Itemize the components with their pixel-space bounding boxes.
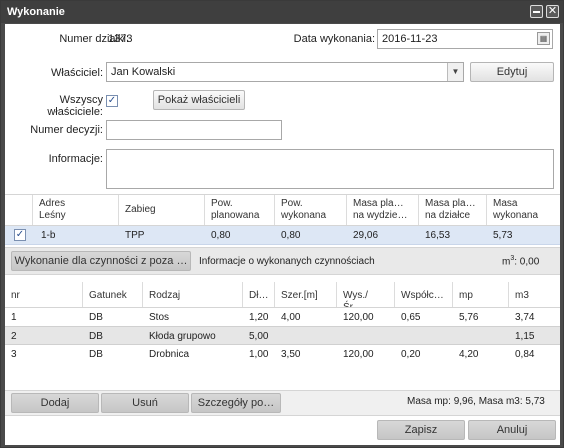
measurements-grid-header: nr Gatunek Rodzaj Dł… Szer.[m] Wys./Śr.…… (5, 282, 560, 308)
close-icon[interactable]: ✕ (546, 5, 559, 18)
decision-number-input[interactable] (106, 120, 282, 140)
owner-value: Jan Kowalski (111, 66, 176, 78)
owner-label: Właściciel: (51, 67, 103, 79)
cell-area-planned: 0,80 (211, 230, 231, 241)
activities-outside-button[interactable]: Wykonanie dla czynności z poza … (11, 251, 191, 271)
grid-header-mass-plot[interactable]: Masa pla… na działce (419, 195, 487, 225)
window-title: Wykonanie (7, 6, 65, 18)
grid-header-treatment[interactable]: Zabieg (119, 195, 205, 225)
dialog-window: Wykonanie ✕ Numer działki: 1373 Data wyk… (0, 0, 564, 448)
cell-width: 4,00 (281, 312, 301, 323)
decision-number-label: Numer decyzji: (30, 124, 103, 136)
grid-header-check (5, 195, 33, 225)
cell-address: 1-b (41, 230, 56, 241)
table-row[interactable]: 1 DB Stos 1,20 4,00 120,00 0,65 5,76 3,7… (5, 308, 560, 327)
date-label: Data wykonania: (293, 33, 375, 45)
row-checkbox[interactable]: ✓ (14, 229, 26, 241)
dialog-body: Numer działki: 1373 Data wykonania: 2016… (5, 24, 560, 445)
grid2-header-height[interactable]: Wys./Śr.… (337, 282, 395, 307)
plot-number-value: 1373 (108, 33, 133, 45)
cell-width: 3,50 (281, 349, 301, 360)
cell-coefficient: 0,20 (401, 349, 421, 360)
cell-coefficient: 0,65 (401, 312, 421, 323)
cell-nr: 1 (11, 312, 17, 323)
edit-button[interactable]: Edytuj (470, 62, 554, 82)
cell-nr: 3 (11, 349, 17, 360)
show-owners-button[interactable]: Pokaż właścicieli (153, 90, 245, 110)
table-row[interactable]: 3 DB Drobnica 1,00 3,50 120,00 0,20 4,20… (5, 345, 560, 364)
cell-height: 120,00 (343, 312, 374, 323)
grid-header-mass-subcompartment[interactable]: Masa pla… na wydzie… (347, 195, 419, 225)
owner-select[interactable]: Jan Kowalski ▼ (106, 62, 464, 82)
grid-header-area-done[interactable]: Pow. wykonana (275, 195, 347, 225)
works-grid-header: Adres Leśny Zabieg Pow. planowana Pow. wyko… (5, 194, 560, 226)
measurements-toolbar: Dodaj Usuń Szczegóły po… Masa mp: 9,96, … (5, 390, 560, 416)
cell-nr: 2 (11, 331, 17, 342)
cell-length: 1,00 (249, 349, 269, 360)
grid2-header-width[interactable]: Szer.[m] (275, 282, 337, 307)
save-button[interactable]: Zapisz (377, 420, 465, 440)
all-owners-label-2: właściciele: (47, 106, 103, 118)
cell-mass-subcompartment: 29,06 (353, 230, 379, 241)
all-owners-label-1: Wszyscy (59, 94, 103, 106)
grid2-header-mp[interactable]: mp (453, 282, 509, 307)
m3-total: m3: 0,00 (502, 255, 540, 268)
table-row[interactable]: ✓ 1-b TPP 0,80 0,80 29,06 16,53 5,73 (5, 226, 560, 245)
grid-header-mass-done[interactable]: Masa wykonana (487, 195, 560, 225)
cell-m3: 1,15 (515, 331, 535, 342)
information-label: Informacje: (48, 153, 103, 165)
minimize-icon[interactable] (530, 5, 543, 18)
all-owners-checkbox[interactable]: ✓ (106, 95, 118, 107)
grid2-header-m3[interactable]: m3 (509, 282, 560, 307)
cell-height (337, 327, 395, 344)
grid2-header-species[interactable]: Gatunek (83, 282, 143, 307)
remove-button[interactable]: Usuń (101, 393, 189, 413)
cell-type: Kłoda grupowo (149, 331, 216, 342)
cell-height: 120,00 (343, 349, 374, 360)
cell-treatment: TPP (125, 230, 145, 241)
cell-m3: 3,74 (515, 312, 535, 323)
cell-mass-plot: 16,53 (425, 230, 451, 241)
calendar-icon[interactable]: ▦ (537, 32, 550, 45)
add-button[interactable]: Dodaj (11, 393, 99, 413)
activities-toolbar: Wykonanie dla czynności z poza … Informa… (5, 247, 560, 275)
cell-mp: 5,76 (459, 312, 479, 323)
cell-m3: 0,84 (515, 349, 535, 360)
cell-mass-done: 5,73 (493, 230, 513, 241)
cell-coefficient (395, 327, 453, 344)
date-value: 2016-11-23 (382, 33, 438, 45)
cell-area-done: 0,80 (281, 230, 301, 241)
grid2-header-type[interactable]: Rodzaj (143, 282, 243, 307)
grid-header-address[interactable]: Adres Leśny (33, 195, 119, 225)
dialog-footer: Zapisz Anuluj (5, 417, 560, 445)
grid2-header-coefficient[interactable]: Współc… (395, 282, 453, 307)
chevron-down-icon[interactable]: ▼ (447, 63, 463, 81)
activities-info-text: Informacje o wykonanych czynnościach (199, 256, 375, 267)
all-owners-label: Wszyscy właściciele: (35, 94, 103, 118)
cell-species: DB (89, 312, 103, 323)
title-bar[interactable]: Wykonanie ✕ (1, 1, 563, 23)
grid2-header-length[interactable]: Dł… (243, 282, 275, 307)
cell-mp (453, 327, 509, 344)
date-field[interactable]: 2016-11-23 ▦ (377, 29, 553, 49)
information-textarea[interactable] (106, 149, 554, 189)
details-button[interactable]: Szczegóły po… (191, 393, 281, 413)
grid-header-area-planned[interactable]: Pow. planowana (205, 195, 275, 225)
cell-width (275, 327, 337, 344)
cell-mp: 4,20 (459, 349, 479, 360)
cell-species: DB (89, 331, 103, 342)
grid2-header-nr[interactable]: nr (5, 282, 83, 307)
cell-length: 1,20 (249, 312, 269, 323)
table-row[interactable]: 2 DB Kłoda grupowo 5,00 1,15 (5, 326, 560, 345)
mass-summary: Masa mp: 9,96, Masa m3: 5,73 (407, 396, 545, 407)
cell-length: 5,00 (249, 331, 269, 342)
cancel-button[interactable]: Anuluj (468, 420, 556, 440)
cell-species: DB (89, 349, 103, 360)
cell-type: Stos (149, 312, 170, 323)
cell-type: Drobnica (149, 349, 190, 360)
